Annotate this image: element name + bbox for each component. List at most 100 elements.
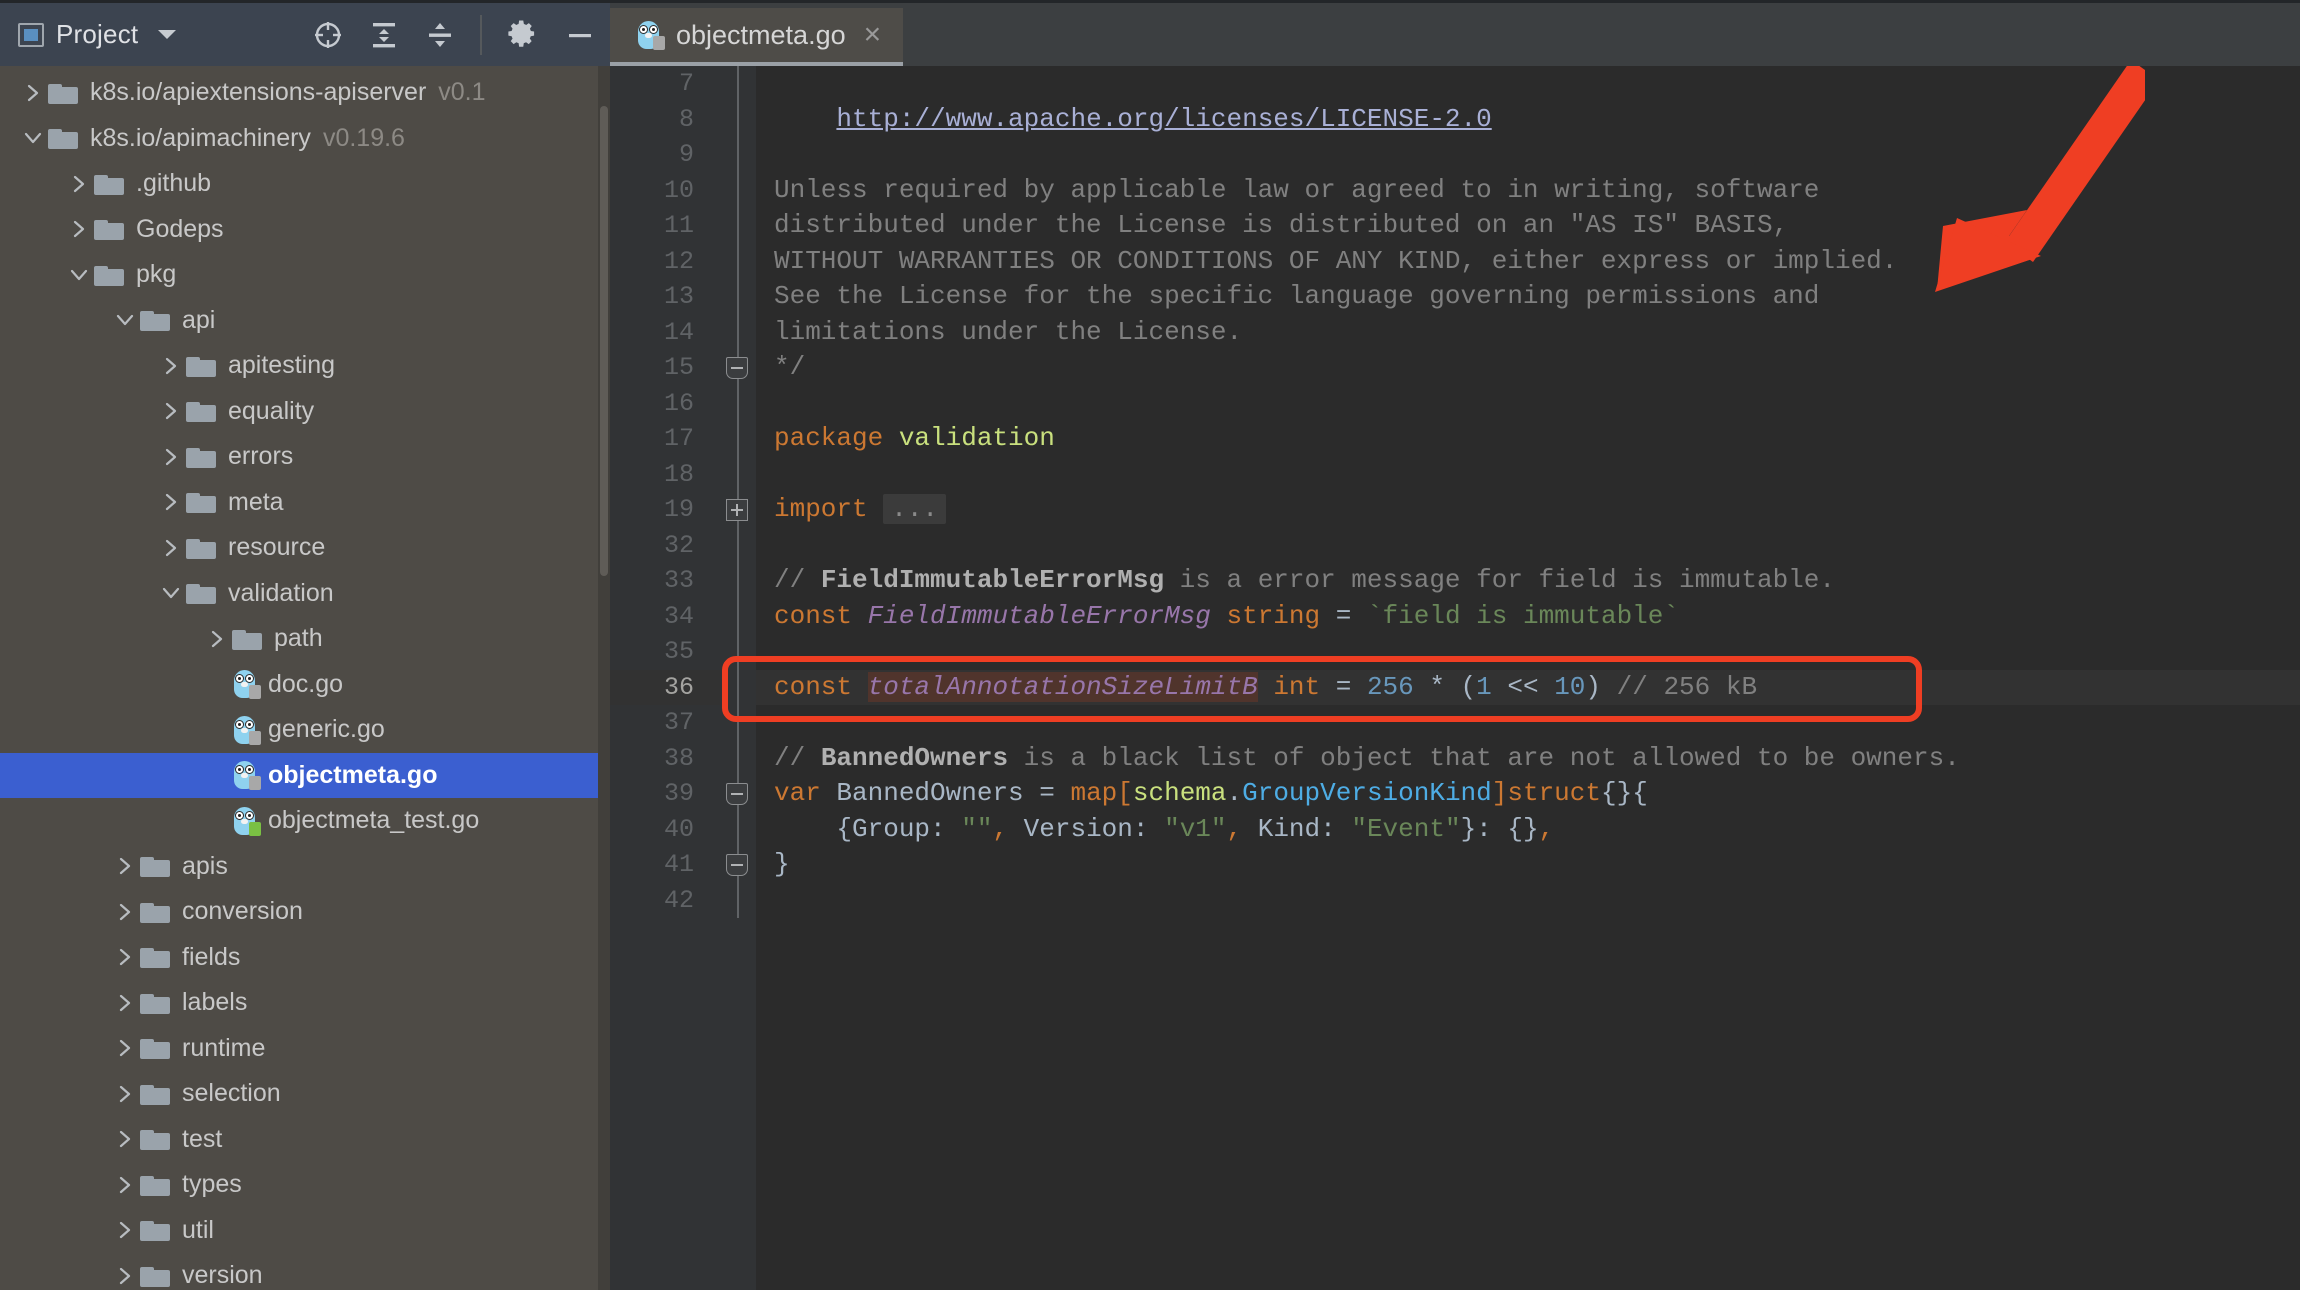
tree-row[interactable]: types: [0, 1162, 610, 1208]
tree-row[interactable]: resource: [0, 525, 610, 571]
close-icon[interactable]: ×: [860, 20, 886, 50]
code-folding-column[interactable]: [720, 66, 756, 1290]
tree-expand-arrow-icon[interactable]: [156, 356, 186, 376]
code-line[interactable]: [756, 66, 2300, 102]
tree-row[interactable]: util: [0, 1208, 610, 1254]
tree-row[interactable]: pkg: [0, 252, 610, 298]
code-line[interactable]: */: [756, 350, 2300, 386]
minimize-icon[interactable]: [564, 19, 596, 51]
tree-row[interactable]: apis: [0, 844, 610, 890]
code-line[interactable]: [756, 528, 2300, 564]
tree-row[interactable]: .github: [0, 161, 610, 207]
tree-row[interactable]: runtime: [0, 1026, 610, 1072]
line-number: 34: [610, 599, 720, 635]
tree-expand-arrow-icon[interactable]: [156, 538, 186, 558]
tree-expand-arrow-icon[interactable]: [202, 629, 232, 649]
code-line[interactable]: package validation: [756, 421, 2300, 457]
tree-row[interactable]: version: [0, 1253, 610, 1290]
go-file-icon: [232, 806, 258, 836]
tree-row[interactable]: objectmeta_test.go: [0, 798, 610, 844]
tree-row[interactable]: equality: [0, 389, 610, 435]
tree-expand-arrow-icon[interactable]: [110, 993, 140, 1013]
tree-row[interactable]: labels: [0, 980, 610, 1026]
tree-expand-arrow-icon[interactable]: [110, 902, 140, 922]
code-line[interactable]: http://www.apache.org/licenses/LICENSE-2…: [756, 102, 2300, 138]
tree-row-label: .github: [136, 169, 211, 198]
gear-icon[interactable]: [506, 18, 540, 52]
code-line[interactable]: [756, 457, 2300, 493]
tree-row-selected[interactable]: objectmeta.go: [0, 753, 610, 799]
project-tree[interactable]: k8s.io/apiextensions-apiserverv0.1k8s.io…: [0, 66, 610, 1290]
code-line[interactable]: }: [756, 847, 2300, 883]
project-tree-scrollbar[interactable]: [598, 66, 610, 1290]
code-line[interactable]: const totalAnnotationSizeLimitB int = 25…: [756, 670, 2300, 706]
code-line[interactable]: [756, 634, 2300, 670]
editor-tab-strip: objectmeta.go ×: [610, 0, 2300, 66]
fold-collapse-icon[interactable]: [726, 854, 748, 876]
folder-icon: [140, 900, 172, 924]
code-line[interactable]: [756, 883, 2300, 919]
tree-expand-arrow-icon[interactable]: [156, 583, 186, 603]
code-text-area[interactable]: http://www.apache.org/licenses/LICENSE-2…: [756, 66, 2300, 1290]
code-line[interactable]: // FieldImmutableErrorMsg is a error mes…: [756, 563, 2300, 599]
tree-expand-arrow-icon[interactable]: [110, 310, 140, 330]
code-line[interactable]: Unless required by applicable law or agr…: [756, 173, 2300, 209]
code-line[interactable]: var BannedOwners = map[schema.GroupVersi…: [756, 776, 2300, 812]
tree-expand-arrow-icon[interactable]: [110, 1084, 140, 1104]
tree-expand-arrow-icon[interactable]: [18, 128, 48, 148]
tree-row[interactable]: selection: [0, 1071, 610, 1117]
chevron-down-icon[interactable]: [158, 30, 176, 39]
tree-expand-arrow-icon[interactable]: [156, 401, 186, 421]
code-editor[interactable]: 7891011121314151617181932333435363738394…: [610, 66, 2300, 1290]
code-line[interactable]: WITHOUT WARRANTIES OR CONDITIONS OF ANY …: [756, 244, 2300, 280]
tree-row[interactable]: fields: [0, 935, 610, 981]
editor-tab-objectmeta-go[interactable]: objectmeta.go ×: [610, 8, 903, 66]
tree-expand-arrow-icon[interactable]: [64, 174, 94, 194]
line-number: 40: [610, 812, 720, 848]
tree-row[interactable]: conversion: [0, 889, 610, 935]
tree-expand-arrow-icon[interactable]: [110, 1038, 140, 1058]
folder-icon: [186, 399, 218, 423]
code-line[interactable]: [756, 705, 2300, 741]
tree-row[interactable]: errors: [0, 434, 610, 480]
tree-row[interactable]: k8s.io/apimachineryv0.19.6: [0, 116, 610, 162]
tree-row[interactable]: generic.go: [0, 707, 610, 753]
fold-collapse-icon[interactable]: [726, 357, 748, 379]
tree-expand-arrow-icon[interactable]: [110, 1175, 140, 1195]
tree-row[interactable]: apitesting: [0, 343, 610, 389]
tree-expand-arrow-icon[interactable]: [110, 1129, 140, 1149]
fold-expand-icon[interactable]: [726, 499, 748, 521]
code-line[interactable]: import ...: [756, 492, 2300, 528]
code-line[interactable]: {Group: "", Version: "v1", Kind: "Event"…: [756, 812, 2300, 848]
code-line[interactable]: See the License for the specific languag…: [756, 279, 2300, 315]
tree-row[interactable]: k8s.io/apiextensions-apiserverv0.1: [0, 70, 610, 116]
tree-expand-arrow-icon[interactable]: [110, 1220, 140, 1240]
tree-row[interactable]: Godeps: [0, 207, 610, 253]
tree-expand-arrow-icon[interactable]: [110, 856, 140, 876]
code-line[interactable]: const FieldImmutableErrorMsg string = `f…: [756, 599, 2300, 635]
tree-row[interactable]: meta: [0, 480, 610, 526]
tree-expand-arrow-icon[interactable]: [110, 947, 140, 967]
crosshair-locate-icon[interactable]: [312, 19, 344, 51]
tree-expand-arrow-icon[interactable]: [110, 1266, 140, 1286]
tree-expand-arrow-icon[interactable]: [156, 447, 186, 467]
fold-collapse-icon[interactable]: [726, 783, 748, 805]
project-tool-window-title[interactable]: Project: [18, 19, 176, 50]
tree-row[interactable]: doc.go: [0, 662, 610, 708]
expand-all-icon[interactable]: [368, 19, 400, 51]
tree-row[interactable]: path: [0, 616, 610, 662]
tree-row[interactable]: validation: [0, 571, 610, 617]
tree-expand-arrow-icon[interactable]: [156, 492, 186, 512]
code-line[interactable]: // BannedOwners is a black list of objec…: [756, 741, 2300, 777]
code-line[interactable]: [756, 137, 2300, 173]
code-line[interactable]: limitations under the License.: [756, 315, 2300, 351]
tree-expand-arrow-icon[interactable]: [18, 83, 48, 103]
tree-expand-arrow-icon[interactable]: [64, 265, 94, 285]
code-line[interactable]: [756, 386, 2300, 422]
go-file-icon: [232, 760, 258, 790]
code-line[interactable]: distributed under the License is distrib…: [756, 208, 2300, 244]
collapse-all-icon[interactable]: [424, 19, 456, 51]
tree-row[interactable]: test: [0, 1117, 610, 1163]
tree-row[interactable]: api: [0, 298, 610, 344]
tree-expand-arrow-icon[interactable]: [64, 219, 94, 239]
